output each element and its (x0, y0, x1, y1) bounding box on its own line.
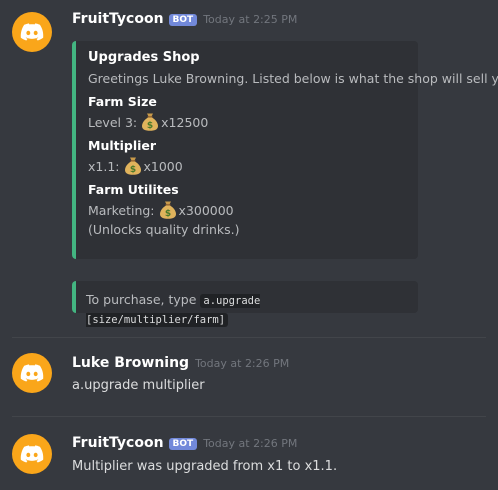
embed-upgrades-shop: Upgrades Shop Greetings Luke Browning. L… (72, 41, 498, 259)
farm-size-cost: x12500 (161, 114, 209, 130)
discord-logo-icon (19, 19, 45, 45)
money-bag-icon (158, 200, 178, 220)
farm-size-level-text: Level 3: (88, 114, 138, 130)
embed-title: Upgrades Shop (88, 50, 200, 65)
username[interactable]: FruitTycoon (72, 435, 164, 451)
message-divider (12, 337, 486, 338)
bot-tag: BOT (168, 438, 198, 450)
money-bag-icon (140, 112, 160, 132)
purchase-text: To purchase, type (86, 292, 197, 307)
timestamp: Today at 2:26 PM (195, 357, 290, 370)
field-farm-utilites-value: Marketing: x300000 (88, 200, 406, 220)
avatar[interactable] (12, 12, 52, 52)
embed-description: Greetings Luke Browning. Listed below is… (88, 71, 498, 86)
field-multiplier-value: x1.1: x1000 (88, 156, 406, 176)
embed-purchase-instructions: To purchase, type a.upgrade [size/multipl… (72, 281, 418, 327)
timestamp: Today at 2:26 PM (203, 437, 298, 450)
message-content: Multiplier was upgraded from x1 to x1.1. (72, 459, 338, 474)
field-multiplier-name: Multiplier (88, 138, 157, 153)
avatar[interactable] (12, 434, 52, 474)
field-farm-size-name: Farm Size (88, 94, 157, 109)
field-farm-size-value: Level 3: x12500 (88, 112, 406, 132)
username[interactable]: FruitTycoon (72, 11, 164, 27)
avatar[interactable] (12, 353, 52, 393)
multiplier-level-text: x1.1: (88, 158, 120, 174)
marketing-text: Marketing: (88, 202, 155, 218)
multiplier-cost: x1000 (143, 158, 183, 174)
discord-logo-icon (19, 360, 45, 386)
field-farm-utilites-name: Farm Utilites (88, 182, 179, 197)
username[interactable]: Luke Browning (72, 355, 189, 371)
message-header: FruitTycoon BOT Today at 2:25 PM (72, 11, 297, 27)
message-divider (12, 416, 486, 417)
bot-tag: BOT (168, 14, 198, 26)
timestamp: Today at 2:25 PM (203, 13, 298, 26)
message-header: FruitTycoon BOT Today at 2:26 PM (72, 435, 297, 451)
marketing-cost: x300000 (178, 202, 234, 218)
marketing-note: (Unlocks quality drinks.) (88, 222, 240, 237)
money-bag-icon (123, 156, 143, 176)
message-content: a.upgrade multiplier (72, 378, 205, 393)
message-header: Luke Browning Today at 2:26 PM (72, 355, 289, 371)
discord-logo-icon (19, 441, 45, 467)
